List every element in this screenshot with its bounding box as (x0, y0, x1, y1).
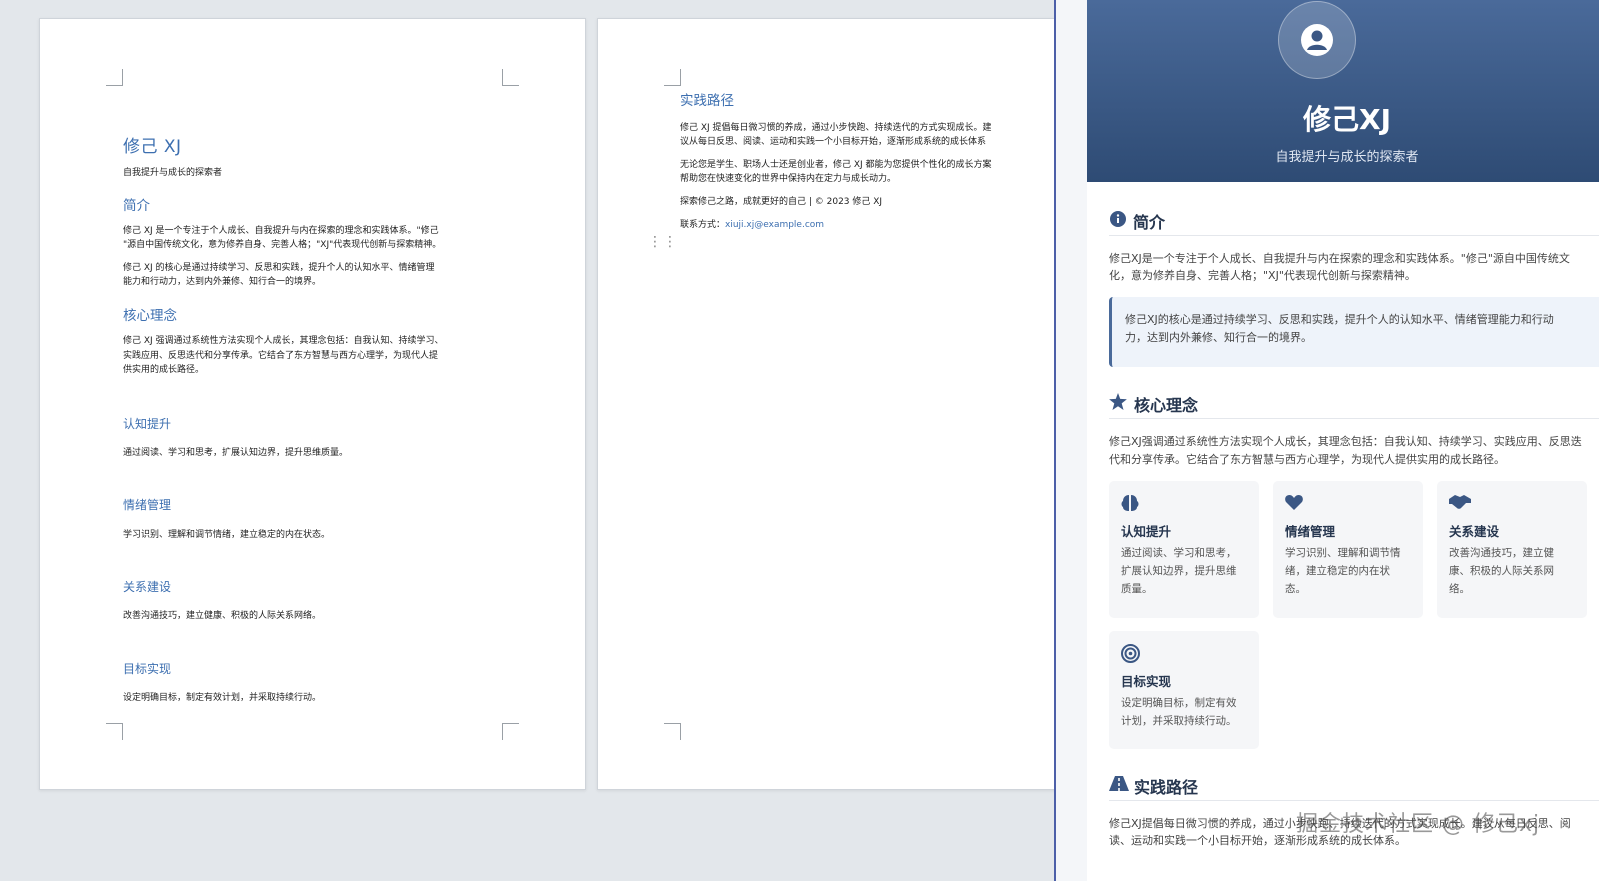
watermark-text: 掘金技术社区 @ 修己xj (1296, 812, 1541, 837)
tile-title: 目标实现 (1121, 674, 1172, 689)
tile-text: 通过阅读、学习和思考， 扩展认知边界，提升思维 质量。 (1121, 544, 1237, 598)
margin-corner-mark (106, 723, 123, 740)
tile-text: 设定明确目标，制定有效 计划，并采取持续行动。 (1121, 694, 1237, 730)
tile-text-line: 质量。 (1121, 583, 1153, 595)
avatar (1278, 1, 1356, 79)
document-page-1[interactable]: 修己 XJ 自我提升与成长的探索者 简介 修己 XJ 是一个专注于个人成长、自我… (39, 18, 586, 790)
doc-paragraph-line[interactable]: 修己 XJ 提倡每日微习惯的养成，通过小步快跑、持续迭代的方式实现成长。建 (680, 121, 992, 135)
tile-text: 学习识别、理解和调节情 绪，建立稳定的内在状 态。 (1285, 544, 1401, 598)
tile-text-line: 通过阅读、学习和思考， (1121, 547, 1237, 559)
document-canvas[interactable]: 修己 XJ 自我提升与成长的探索者 简介 修己 XJ 是一个专注于个人成长、自我… (0, 0, 1069, 881)
section-divider (1109, 800, 1599, 801)
core-text-line: 代和分享传承。它结合了东方智慧与西方心理学，为现代人提供实用的成长路径。 (1109, 453, 1505, 466)
hero-header: 修己XJ 自我提升与成长的探索者 (1087, 0, 1599, 182)
brain-icon (1121, 495, 1139, 511)
margin-corner-mark (664, 69, 681, 86)
document-page-2[interactable]: 实践路径 修己 XJ 提倡每日微习惯的养成，通过小步快跑、持续迭代的方式实现成长… (597, 18, 1069, 790)
drag-handle-icon[interactable]: ⋮⋮ (648, 235, 678, 249)
tile-text-line: 计划，并采取持续行动。 (1121, 715, 1237, 727)
canvas-bottom-strip (0, 857, 1054, 881)
doc-heading-practice[interactable]: 实践路径 (680, 89, 734, 109)
doc-paragraph-line[interactable]: 改善沟通技巧，建立健康、积极的人际关系网络。 (123, 609, 321, 623)
tile-text-line: 绪，建立稳定的内在状 (1285, 565, 1390, 577)
tile-text: 改善沟通技巧，建立健 康、积极的人际关系网 络。 (1449, 544, 1554, 598)
handshake-icon (1449, 495, 1471, 509)
doc-paragraph-line[interactable]: 帮助您在快速变化的世界中保持内在定力与成长动力。 (680, 172, 896, 186)
doc-paragraph-line[interactable]: 能力和行动力，达到内外兼修、知行合一的境界。 (123, 275, 321, 289)
profile-tagline: 自我提升与成长的探索者 (1275, 150, 1419, 165)
user-circle-icon (1301, 24, 1333, 56)
tile-text-line: 络。 (1449, 583, 1470, 595)
tile-text-line: 学习识别、理解和调节情 (1285, 547, 1401, 559)
tile-title: 关系建设 (1449, 524, 1500, 539)
contact-label: 联系方式： (680, 220, 726, 230)
html-preview-panel[interactable]: 修己XJ 自我提升与成长的探索者 简介 修己XJ是一个专注于个人成长、自我提升与… (1054, 0, 1599, 881)
preview-card: 修己XJ 自我提升与成长的探索者 简介 修己XJ是一个专注于个人成长、自我提升与… (1087, 0, 1599, 881)
doc-paragraph-line[interactable]: 设定明确目标，制定有效计划，并采取持续行动。 (123, 691, 321, 705)
doc-title[interactable]: 修己 XJ (123, 132, 182, 157)
tile-text-line: 设定明确目标，制定有效 (1121, 697, 1237, 709)
doc-heading-core[interactable]: 核心理念 (123, 304, 177, 324)
doc-paragraph-line[interactable]: 修己 XJ 是一个专注于个人成长、自我提升与内在探索的理念和实践体系。"修己 (123, 224, 439, 238)
info-icon (1110, 211, 1126, 227)
section-title-practice: 实践路径 (1134, 778, 1199, 797)
margin-corner-mark (502, 723, 519, 740)
doc-paragraph-line[interactable]: 修己 XJ 的核心是通过持续学习、反思和实践，提升个人的认知水平、情绪管理 (123, 261, 435, 275)
margin-corner-mark (106, 69, 123, 86)
doc-paragraph-line[interactable]: 无论您是学生、职场人士还是创业者，修己 XJ 都能为您提供个性化的成长方案 (680, 158, 992, 172)
tile-text-line: 态。 (1285, 583, 1306, 595)
quote-text-line: 力，达到内外兼修、知行合一的境界。 (1125, 331, 1312, 344)
doc-paragraph-line[interactable]: 修己 XJ 强调通过系统性方法实现个人成长，其理念包括：自我认知、持续学习、 (123, 334, 444, 348)
road-icon (1109, 776, 1129, 791)
heart-icon (1285, 495, 1303, 510)
doc-paragraph-line[interactable]: 通过阅读、学习和思考，扩展认知边界，提升思维质量。 (123, 446, 348, 460)
quote-text-line: 修己XJ的核心是通过持续学习、反思和实践，提升个人的认知水平、情绪管理能力和行动 (1125, 313, 1554, 326)
section-title-core: 核心理念 (1134, 396, 1199, 415)
target-icon (1121, 644, 1140, 663)
concept-tile-relations: 关系建设 改善沟通技巧，建立健 康、积极的人际关系网 络。 (1437, 481, 1587, 618)
tile-text-line: 康、积极的人际关系网 (1449, 565, 1554, 577)
section-divider (1109, 418, 1599, 419)
doc-heading-cognition[interactable]: 认知提升 (123, 415, 171, 432)
section-title-intro: 简介 (1133, 213, 1166, 232)
concept-tile-cognition: 认知提升 通过阅读、学习和思考， 扩展认知边界，提升思维 质量。 (1109, 481, 1259, 618)
doc-paragraph-line[interactable]: "源自中国传统文化，意为修养自身、完善人格；"XJ"代表现代创新与探索精神。 (123, 238, 441, 252)
margin-corner-mark (664, 723, 681, 740)
core-text-line: 修己XJ强调通过系统性方法实现个人成长，其理念包括：自我认知、持续学习、实践应用… (1109, 435, 1582, 448)
doc-heading-emotion[interactable]: 情绪管理 (123, 496, 171, 513)
doc-paragraph-line[interactable]: 议从每日反思、阅读、运动和实践一个小目标开始，逐渐形成系统的成长体系 (680, 135, 986, 149)
tile-title: 认知提升 (1121, 524, 1172, 539)
highlight-quote: 修己XJ的核心是通过持续学习、反思和实践，提升个人的认知水平、情绪管理能力和行动… (1109, 297, 1599, 367)
doc-heading-intro[interactable]: 简介 (123, 194, 150, 214)
section-divider (1109, 235, 1599, 236)
profile-name: 修己XJ (1302, 103, 1391, 136)
doc-paragraph-line[interactable]: 实践应用、反思迭代和分享传承。它结合了东方智慧与西方心理学，为现代人提 (123, 349, 438, 363)
doc-contact-line[interactable]: 联系方式：xiuji.xj@example.com (680, 218, 824, 232)
doc-footer-line[interactable]: 探索修己之路，成就更好的自己 | © 2023 修己 XJ (680, 195, 882, 209)
doc-heading-relations[interactable]: 关系建设 (123, 578, 171, 595)
doc-heading-goals[interactable]: 目标实现 (123, 660, 171, 677)
concept-tile-emotion: 情绪管理 学习识别、理解和调节情 绪，建立稳定的内在状 态。 (1273, 481, 1423, 618)
tile-text-line: 改善沟通技巧，建立健 (1449, 547, 1554, 559)
doc-paragraph-line[interactable]: 学习识别、理解和调节情绪，建立稳定的内在状态。 (123, 528, 330, 542)
tile-text-line: 扩展认知边界，提升思维 (1121, 565, 1237, 577)
tile-title: 情绪管理 (1285, 524, 1336, 539)
contact-email-link[interactable]: xiuji.xj@example.com (725, 220, 824, 230)
concept-tile-goals: 目标实现 设定明确目标，制定有效 计划，并采取持续行动。 (1109, 631, 1259, 749)
intro-text-line: 化，意为修养自身、完善人格；"XJ"代表现代创新与探索精神。 (1109, 269, 1416, 282)
margin-corner-mark (502, 69, 519, 86)
doc-paragraph-line[interactable]: 供实用的成长路径。 (123, 363, 204, 377)
star-icon (1109, 393, 1127, 410)
intro-text-line: 修己XJ是一个专注于个人成长、自我提升与内在探索的理念和实践体系。"修己"源自中… (1109, 252, 1570, 265)
doc-subtitle[interactable]: 自我提升与成长的探索者 (123, 166, 222, 180)
